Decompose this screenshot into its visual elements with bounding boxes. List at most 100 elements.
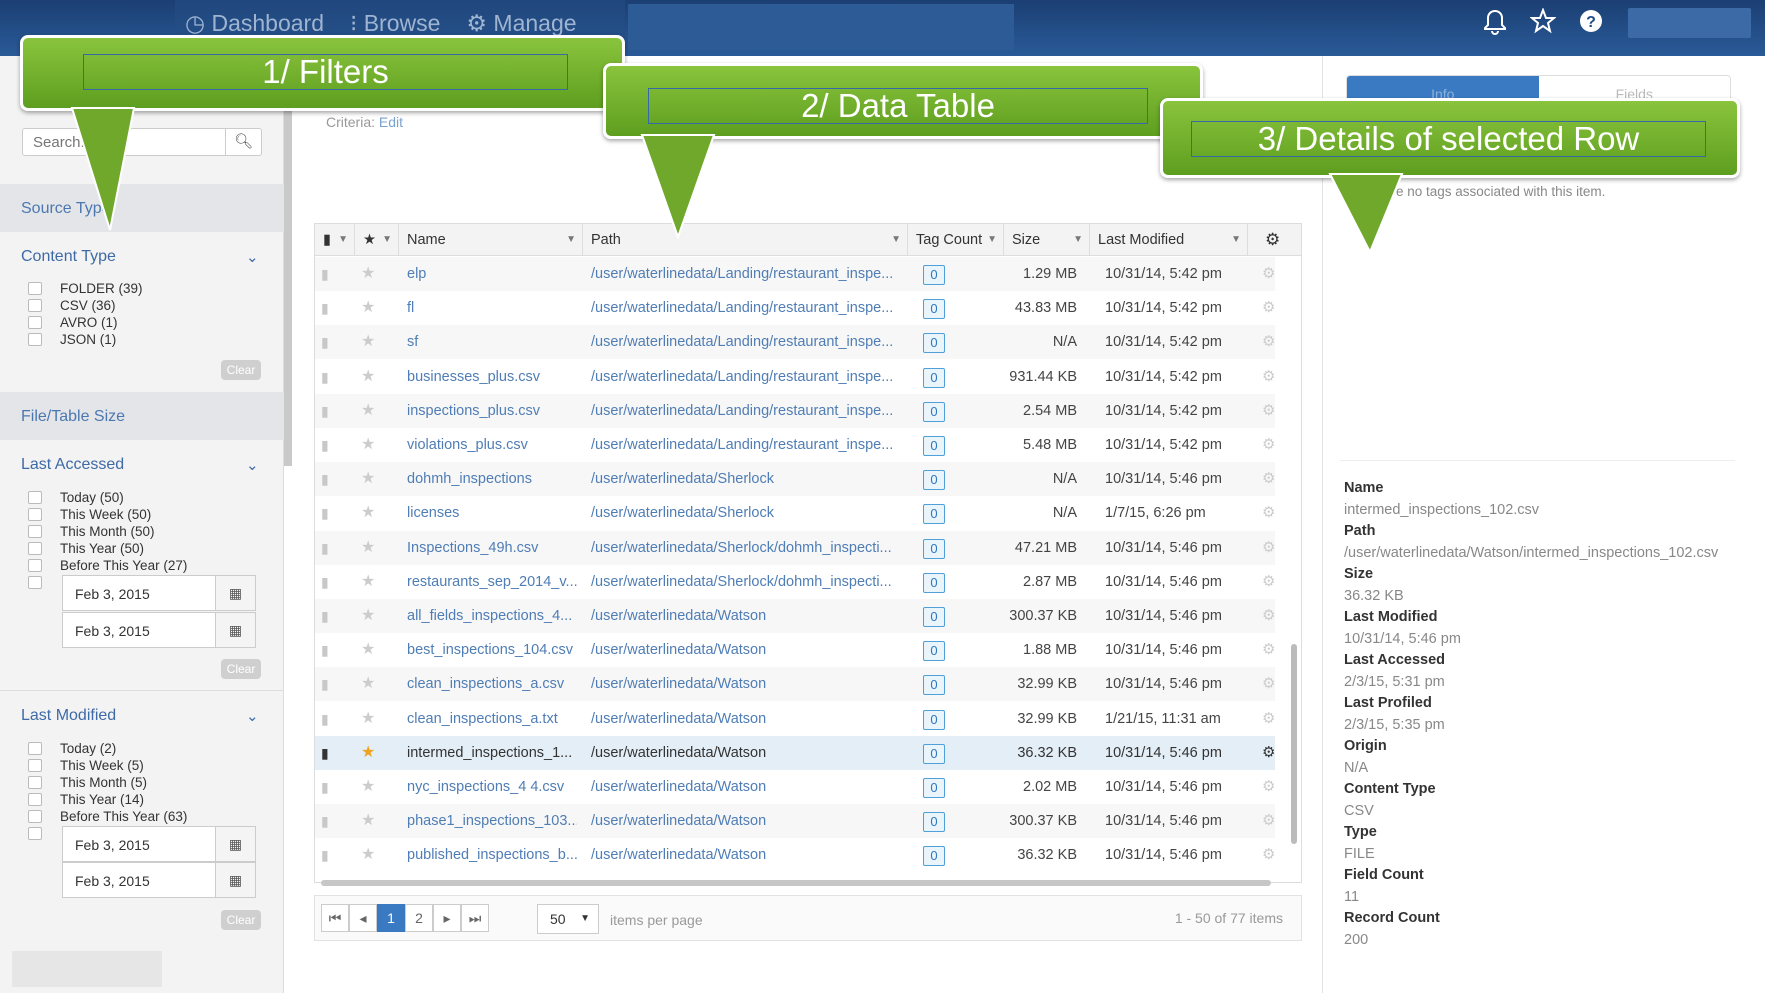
col-size[interactable]: Size ▼ (1004, 224, 1090, 256)
table-row[interactable]: ▮ ★ all_fields_inspections_4... /user/water… (315, 599, 1275, 633)
row-path[interactable]: /user/waterlinedata/Sherlock (591, 496, 901, 530)
checkbox[interactable] (28, 491, 42, 504)
checkbox[interactable] (28, 316, 42, 329)
row-path[interactable]: /user/waterlinedata/Watson (591, 804, 901, 838)
row-name[interactable]: nyc_inspections_4 4.csv (407, 770, 577, 804)
checkbox[interactable] (28, 508, 42, 521)
gear-icon[interactable]: ⚙ (1262, 702, 1275, 736)
table-row[interactable]: ▮ ★ clean_inspections_a.csv/user/waterline… (315, 667, 1275, 702)
star-icon[interactable]: ★ (361, 257, 375, 291)
filter-option[interactable]: This Week (5) (28, 757, 187, 774)
calendar-icon[interactable]: ▦ (215, 863, 255, 897)
table-row[interactable]: ▮ ★ fl/user/waterlinedata/Landing/restaura… (315, 291, 1275, 325)
row-name[interactable]: Inspections_49h.csv (407, 531, 577, 565)
gear-icon[interactable]: ⚙ (1248, 224, 1301, 256)
bell-icon[interactable] (1482, 8, 1508, 43)
row-name[interactable]: all_fields_inspections_4... (407, 599, 577, 633)
star-icon[interactable]: ★ (361, 325, 375, 359)
filter-option[interactable]: Before This Year (63) (28, 808, 187, 825)
col-favorite[interactable]: ★ ▼ (355, 224, 399, 256)
table-row[interactable]: ▮ ★ elp/user/waterlinedata/Landing/restaur… (315, 257, 1275, 291)
date-from-field[interactable]: Feb 3, 2015 ▦ (62, 575, 256, 611)
next-page-button[interactable]: ▸ (433, 904, 461, 932)
row-path[interactable]: /user/waterlinedata/Sherlock (591, 462, 901, 496)
row-path[interactable]: /user/waterlinedata/Watson (591, 770, 901, 804)
star-icon[interactable]: ★ (361, 702, 375, 736)
gear-icon[interactable]: ⚙ (1262, 838, 1275, 872)
checkbox[interactable] (28, 542, 42, 555)
col-path[interactable]: Path ▼ (583, 224, 908, 256)
filter-option[interactable]: JSON (1) (28, 331, 143, 348)
star-icon[interactable]: ★ (361, 565, 375, 599)
row-name[interactable]: sf (407, 325, 577, 359)
checkbox[interactable] (28, 776, 42, 789)
gear-icon[interactable]: ⚙ (1262, 736, 1275, 770)
gear-icon[interactable]: ⚙ (1262, 394, 1275, 428)
table-row[interactable]: ▮ ★ phase1_inspections_103... /user/waterli… (315, 804, 1275, 839)
filter-option[interactable]: This Week (50) (28, 506, 187, 523)
col-last-modified[interactable]: Last Modified ▼ (1090, 224, 1248, 256)
calendar-icon[interactable]: ▦ (215, 576, 255, 610)
content-type-title[interactable]: Content Type (21, 248, 116, 266)
prev-page-button[interactable]: ◂ (349, 904, 377, 932)
nav-browse[interactable]: ⁝ Browse (350, 10, 440, 37)
per-page-select[interactable]: 50 ▼ (537, 904, 599, 934)
nav-dashboard[interactable]: ◷ Dashboard (185, 10, 324, 37)
checkbox[interactable] (28, 810, 42, 823)
table-row[interactable]: ▮ ★ intermed_inspections_1... /user/waterli… (315, 735, 1275, 770)
clear-button[interactable]: Clear (221, 360, 261, 380)
row-name[interactable]: dohmh_inspections (407, 462, 577, 496)
clear-button[interactable]: Clear (221, 910, 261, 930)
row-name[interactable]: phase1_inspections_103... (407, 804, 577, 838)
row-name[interactable]: businesses_plus.csv (407, 360, 577, 394)
table-row[interactable]: ▮ ★ violations_plus.csv/user/waterlinedata… (315, 428, 1275, 462)
row-name[interactable]: intermed_inspections_1... (407, 736, 577, 770)
horizontal-scrollbar[interactable] (321, 880, 1271, 886)
row-name[interactable]: violations_plus.csv (407, 428, 577, 462)
row-path[interactable]: /user/waterlinedata/Watson (591, 838, 901, 872)
checkbox[interactable] (28, 742, 42, 755)
checkbox[interactable] (28, 525, 42, 538)
table-row[interactable]: ▮ ★ best_inspections_104.csv/user/waterlin… (315, 633, 1275, 667)
table-row[interactable]: ▮ ★ Inspections_49h.csv/user/waterlinedata… (315, 530, 1275, 565)
gear-icon[interactable]: ⚙ (1262, 804, 1275, 838)
gear-icon[interactable]: ⚙ (1262, 496, 1275, 530)
chevron-down-icon[interactable]: ⌄ (246, 248, 259, 266)
first-page-button[interactable]: ⏮ (321, 904, 349, 932)
date-from-field[interactable]: Feb 3, 2015 ▦ (62, 826, 256, 862)
checkbox[interactable] (28, 576, 42, 589)
filter-option[interactable]: FOLDER (39) (28, 280, 143, 297)
gear-icon[interactable]: ⚙ (1262, 325, 1275, 359)
page-2-button[interactable]: 2 (405, 904, 433, 932)
star-icon[interactable]: ★ (361, 838, 375, 872)
star-icon[interactable]: ★ (361, 462, 375, 496)
gear-icon[interactable]: ⚙ (1262, 462, 1275, 496)
row-path[interactable]: /user/waterlinedata/Landing/restaurant_i… (591, 291, 901, 325)
clear-button[interactable]: Clear (221, 659, 261, 679)
filter-option[interactable]: This Year (14) (28, 791, 187, 808)
filter-option[interactable]: Today (2) (28, 740, 187, 757)
row-path[interactable]: /user/waterlinedata/Landing/restaurant_i… (591, 394, 901, 428)
table-row[interactable]: ▮ ★ inspections_plus.csv/user/waterlinedat… (315, 393, 1275, 428)
sidebar-scrollbar[interactable] (284, 56, 292, 466)
calendar-icon[interactable]: ▦ (215, 613, 255, 647)
row-path[interactable]: /user/waterlinedata/Watson (591, 667, 901, 701)
star-icon[interactable] (1529, 7, 1557, 43)
row-path[interactable]: /user/waterlinedata/Sherlock/dohmh_inspe… (591, 531, 901, 565)
last-page-button[interactable]: ⏭ (461, 904, 489, 932)
filter-option[interactable]: This Month (5) (28, 774, 187, 791)
gear-icon[interactable]: ⚙ (1262, 257, 1275, 291)
last-modified-title[interactable]: Last Modified (21, 707, 116, 725)
row-path[interactable]: /user/waterlinedata/Watson (591, 736, 901, 770)
row-path[interactable]: /user/waterlinedata/Landing/restaurant_i… (591, 325, 901, 359)
table-row[interactable]: ▮ ★ clean_inspections_a.txt/user/waterline… (315, 702, 1275, 736)
row-name[interactable]: elp (407, 257, 577, 291)
star-icon[interactable]: ★ (361, 291, 375, 325)
row-path[interactable]: /user/waterlinedata/Landing/restaurant_i… (591, 360, 901, 394)
table-row[interactable]: ▮ ★ nyc_inspections_4 4.csv/user/waterline… (315, 770, 1275, 804)
criteria-edit-link[interactable]: Edit (379, 114, 403, 130)
filter-option[interactable]: AVRO (1) (28, 314, 143, 331)
row-name[interactable]: best_inspections_104.csv (407, 633, 577, 667)
filter-option[interactable]: This Year (50) (28, 540, 187, 557)
star-icon[interactable]: ★ (361, 496, 375, 530)
